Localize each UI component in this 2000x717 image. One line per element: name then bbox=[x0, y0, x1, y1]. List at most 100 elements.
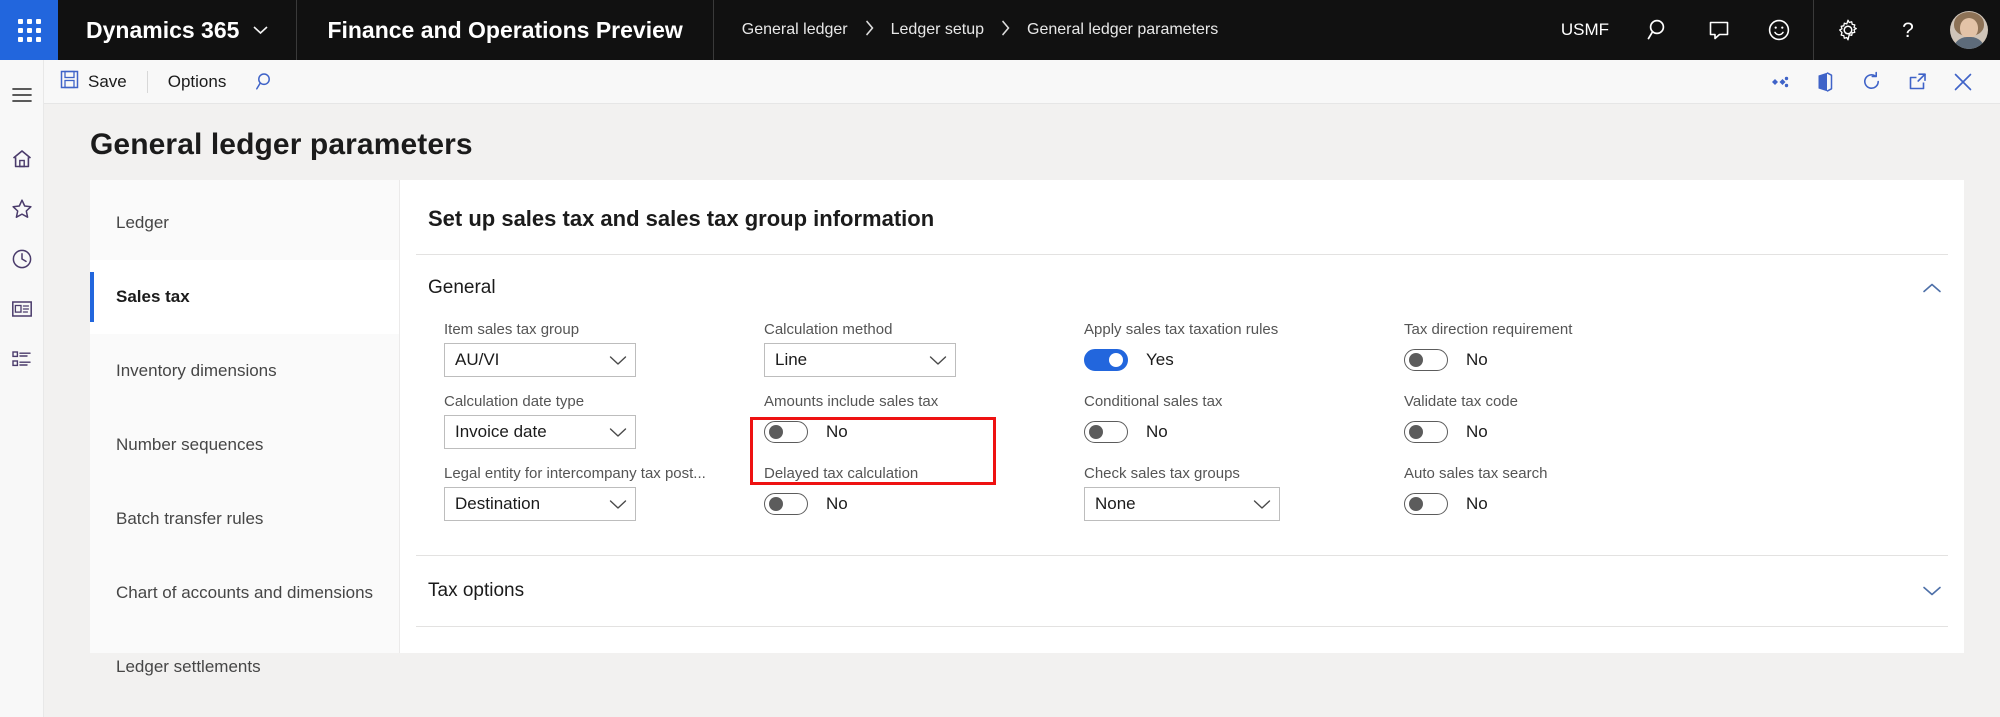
sidebar-item-inventory-dimensions[interactable]: Inventory dimensions bbox=[90, 334, 399, 408]
section-title: Tax options bbox=[428, 580, 525, 601]
sidebar-item-ledger-settlements[interactable]: Ledger settlements bbox=[90, 630, 399, 704]
field-label: Legal entity for intercompany tax post..… bbox=[444, 465, 706, 482]
conditional-sales-tax-toggle[interactable] bbox=[1084, 421, 1128, 443]
toggle-value: No bbox=[826, 422, 848, 441]
favorites-star-icon[interactable] bbox=[0, 184, 44, 234]
section-header-general[interactable]: General bbox=[416, 255, 1948, 317]
toggle-row: No bbox=[1404, 415, 1724, 449]
search-icon[interactable] bbox=[1629, 0, 1689, 60]
toggle-value: No bbox=[1466, 422, 1488, 441]
auto-sales-tax-search-toggle[interactable] bbox=[1404, 493, 1448, 515]
feedback-icon[interactable] bbox=[1689, 0, 1749, 60]
toggle-knob bbox=[769, 425, 783, 439]
svg-text:?: ? bbox=[1902, 19, 1914, 42]
recent-clock-icon[interactable] bbox=[0, 234, 44, 284]
save-button[interactable]: Save bbox=[44, 60, 143, 104]
chevron-down-icon bbox=[609, 499, 627, 510]
app-title-label: Finance and Operations Preview bbox=[327, 16, 683, 43]
avatar-body bbox=[1953, 37, 1985, 49]
chevron-down-icon bbox=[609, 355, 627, 366]
close-icon[interactable] bbox=[1940, 60, 1986, 104]
field-validate-tax-code: Validate tax code No bbox=[1404, 389, 1724, 461]
tab-label: Batch transfer rules bbox=[116, 509, 264, 528]
breadcrumb-item-0[interactable]: General ledger bbox=[742, 21, 848, 39]
modules-list-icon[interactable] bbox=[0, 334, 44, 384]
sidebar-item-chart-of-accounts-and-dimensions[interactable]: Chart of accounts and dimensions bbox=[90, 556, 399, 630]
field-label: Check sales tax groups bbox=[1084, 465, 1240, 482]
app-launcher-button[interactable] bbox=[0, 0, 58, 60]
chevron-up-icon[interactable] bbox=[1922, 282, 1942, 294]
field-amounts-include-sales-tax: Amounts include sales tax No bbox=[764, 389, 1084, 461]
home-icon[interactable] bbox=[0, 134, 44, 184]
workspaces-icon[interactable] bbox=[0, 284, 44, 334]
calculation-method-select[interactable]: Line bbox=[764, 343, 956, 377]
sidebar-item-number-sequences[interactable]: Number sequences bbox=[90, 408, 399, 482]
toggle-row: No bbox=[1084, 415, 1404, 449]
top-navigation-bar: Dynamics 365 Finance and Operations Prev… bbox=[0, 0, 2000, 60]
field-column-4: Tax direction requirement No Validate ta… bbox=[1404, 317, 1724, 533]
general-fields-grid: Item sales tax group AU/VI Calculation d… bbox=[416, 317, 1948, 533]
breadcrumb-item-1[interactable]: Ledger setup bbox=[891, 21, 984, 39]
field-label: Amounts include sales tax bbox=[764, 393, 939, 410]
brand-menu[interactable]: Dynamics 365 bbox=[58, 0, 298, 60]
breadcrumb-item-2[interactable]: General ledger parameters bbox=[1027, 21, 1218, 39]
left-navigation-rail bbox=[0, 60, 44, 717]
toggle-knob bbox=[1089, 425, 1103, 439]
field-column-1: Item sales tax group AU/VI Calculation d… bbox=[444, 317, 764, 533]
hamburger-icon[interactable] bbox=[0, 70, 44, 120]
open-in-new-icon[interactable] bbox=[1894, 60, 1940, 104]
command-bar: Save Options bbox=[44, 60, 2000, 104]
tax-direction-requirement-toggle[interactable] bbox=[1404, 349, 1448, 371]
office-icon[interactable] bbox=[1802, 60, 1848, 104]
brand-label: Dynamics 365 bbox=[86, 16, 240, 43]
item-sales-tax-group-select[interactable]: AU/VI bbox=[444, 343, 636, 377]
section-header-tax-options[interactable]: Tax options bbox=[416, 555, 1948, 626]
field-check-sales-tax-groups: Check sales tax groups None bbox=[1084, 461, 1404, 533]
apply-sales-tax-taxation-rules-toggle[interactable] bbox=[1084, 349, 1128, 371]
amounts-include-sales-tax-toggle[interactable] bbox=[764, 421, 808, 443]
delayed-tax-calculation-toggle[interactable] bbox=[764, 493, 808, 515]
toggle-value: No bbox=[1146, 422, 1168, 441]
options-button[interactable]: Options bbox=[152, 60, 243, 104]
field-value: Destination bbox=[455, 494, 541, 513]
smiley-icon[interactable] bbox=[1749, 0, 1809, 60]
field-label: Calculation method bbox=[764, 321, 893, 338]
page-content: General ledger parameters Ledger Sales t… bbox=[44, 104, 2000, 717]
relationships-icon[interactable] bbox=[1756, 60, 1802, 104]
field-label: Delayed tax calculation bbox=[764, 465, 919, 482]
sidebar-item-batch-transfer-rules[interactable]: Batch transfer rules bbox=[90, 482, 399, 556]
help-icon[interactable]: ? bbox=[1878, 0, 1938, 60]
gear-icon[interactable] bbox=[1818, 0, 1878, 60]
toggle-value: No bbox=[1466, 494, 1488, 513]
field-calculation-method: Calculation method Line bbox=[764, 317, 1084, 389]
command-bar-right-icons bbox=[1756, 60, 2000, 104]
sidebar-item-sales-tax[interactable]: Sales tax bbox=[90, 260, 399, 334]
waffle-icon bbox=[17, 18, 41, 42]
field-label: Item sales tax group bbox=[444, 321, 580, 338]
field-auto-sales-tax-search: Auto sales tax search No bbox=[1404, 461, 1724, 533]
toggle-knob bbox=[769, 497, 783, 511]
avatar bbox=[1950, 11, 1988, 49]
toggle-knob bbox=[1409, 425, 1423, 439]
legal-entity-intercompany-tax-posting-select[interactable]: Destination bbox=[444, 487, 636, 521]
form-area: Set up sales tax and sales tax group inf… bbox=[400, 180, 1964, 653]
calculation-date-type-select[interactable]: Invoice date bbox=[444, 415, 636, 449]
check-sales-tax-groups-select[interactable]: None bbox=[1084, 487, 1280, 521]
user-avatar-button[interactable] bbox=[1938, 0, 2000, 60]
toggle-row: No bbox=[1404, 343, 1724, 377]
field-legal-entity-intercompany-tax-posting: Legal entity for intercompany tax post..… bbox=[444, 461, 764, 533]
validate-tax-code-toggle[interactable] bbox=[1404, 421, 1448, 443]
refresh-icon[interactable] bbox=[1848, 60, 1894, 104]
sidebar-item-ledger[interactable]: Ledger bbox=[90, 186, 399, 260]
section-header-generic-tax-engine[interactable]: Generic Tax Engine (Preview) bbox=[416, 626, 1948, 653]
toggle-knob bbox=[1109, 353, 1123, 367]
tab-label: Inventory dimensions bbox=[116, 361, 277, 380]
field-value: Line bbox=[775, 350, 808, 369]
field-label: Conditional sales tax bbox=[1084, 393, 1223, 410]
chevron-down-icon[interactable] bbox=[1922, 585, 1942, 597]
field-delayed-tax-calculation: Delayed tax calculation No bbox=[764, 461, 1084, 533]
company-selector[interactable]: USMF bbox=[1541, 20, 1629, 40]
content-row: Ledger Sales tax Inventory dimensions Nu… bbox=[90, 180, 1964, 676]
search-icon[interactable] bbox=[242, 60, 288, 104]
